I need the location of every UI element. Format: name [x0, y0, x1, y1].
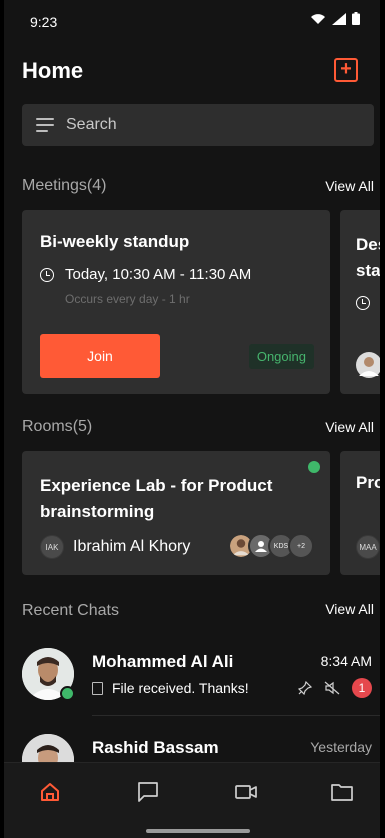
divider	[92, 715, 380, 716]
meetings-section-title: Meetings(4)	[22, 177, 106, 195]
online-indicator	[60, 686, 75, 701]
search-bar[interactable]	[22, 104, 374, 146]
meeting-title: Des star	[356, 232, 380, 284]
meeting-time-text: Today, 10:30 AM - 11:30 AM	[65, 266, 252, 283]
room-card[interactable]: Experience Lab - for Product brainstormi…	[22, 451, 330, 575]
rooms-title: Rooms	[22, 418, 73, 435]
meeting-time: Today, 10:30 AM - 11:30 AM	[40, 266, 251, 283]
add-square-icon: +	[340, 58, 352, 80]
chat-time: 8:34 AM	[320, 653, 372, 669]
menu-lines-icon	[36, 118, 54, 132]
clock-icon	[356, 295, 370, 310]
home-icon	[41, 783, 59, 801]
search-input[interactable]	[66, 116, 346, 134]
chat-item[interactable]: Mohammed Al Ali 8:34 AM File received. T…	[4, 648, 380, 734]
room-title: Experience Lab - for Product brainstormi…	[40, 476, 273, 521]
meeting-time: T	[356, 294, 380, 311]
clock-icon	[40, 267, 54, 282]
avatar: MAA	[356, 535, 380, 559]
chat-icon	[138, 782, 158, 802]
status-time: 9:23	[30, 14, 58, 30]
meeting-card[interactable]: Bi-weekly standup Today, 10:30 AM - 11:3…	[22, 210, 330, 394]
meetings-count: (4)	[86, 177, 107, 194]
meeting-title-line: star	[356, 261, 380, 280]
rooms-view-all-link[interactable]: View All	[325, 419, 374, 435]
join-button[interactable]: Join	[40, 334, 160, 378]
mute-icon	[324, 681, 340, 695]
add-button[interactable]: +	[334, 58, 358, 82]
status-icons	[310, 12, 360, 25]
bottom-nav	[4, 762, 380, 838]
chat-name: Rashid Bassam	[92, 738, 219, 757]
nav-video[interactable]	[226, 777, 266, 807]
chat-name: Mohammed Al Ali	[92, 652, 234, 671]
home-indicator	[146, 829, 250, 833]
room-host-name: Ibrahim Al Khory	[73, 538, 191, 555]
avatar	[356, 352, 380, 378]
signal-icon	[332, 12, 346, 25]
meeting-card[interactable]: Des star T	[340, 210, 380, 394]
chat-preview: File received. Thanks!	[92, 680, 249, 696]
recent-chats-view-all-link[interactable]: View All	[325, 601, 374, 617]
folder-icon	[331, 784, 353, 801]
unread-badge: 1	[352, 678, 372, 698]
meeting-title-line: Des	[356, 235, 380, 254]
participant-overflow-count: +2	[288, 533, 314, 559]
page-title: Home	[22, 58, 84, 83]
avatar: IAK	[40, 535, 64, 559]
user-icon	[255, 541, 267, 552]
recent-chats-title: Recent Chats	[22, 602, 119, 619]
chat-time: Yesterday	[310, 739, 372, 755]
rooms-count: (5)	[72, 418, 93, 435]
app-screen: 9:23 Home + Meetings(4) View All Bi-week…	[4, 0, 380, 838]
meeting-recurrence: Occurs every day - 1 hr	[65, 292, 190, 306]
participant-avatars: KDS +2	[228, 533, 314, 559]
room-title: Pro	[356, 473, 380, 492]
wifi-icon	[311, 13, 325, 24]
nav-chat[interactable]	[128, 777, 168, 807]
chat-preview-text: File received. Thanks!	[112, 680, 249, 696]
pin-icon	[298, 681, 312, 695]
meeting-title: Bi-weekly standup	[40, 232, 190, 251]
meetings-view-all-link[interactable]: View All	[325, 178, 374, 194]
chat-meta: 1	[298, 678, 372, 698]
battery-icon	[352, 12, 360, 25]
online-indicator	[308, 461, 320, 473]
status-bar: 9:23	[4, 0, 380, 44]
video-icon	[235, 785, 257, 799]
rooms-section-title: Rooms(5)	[22, 418, 92, 436]
nav-files[interactable]	[322, 777, 362, 807]
room-host: IAK Ibrahim Al Khory	[40, 535, 190, 559]
room-card[interactable]: Pro MAA	[340, 451, 380, 575]
nav-home[interactable]	[30, 777, 70, 807]
status-badge: Ongoing	[248, 344, 314, 369]
file-icon	[92, 681, 103, 695]
meetings-title: Meetings	[22, 177, 87, 194]
